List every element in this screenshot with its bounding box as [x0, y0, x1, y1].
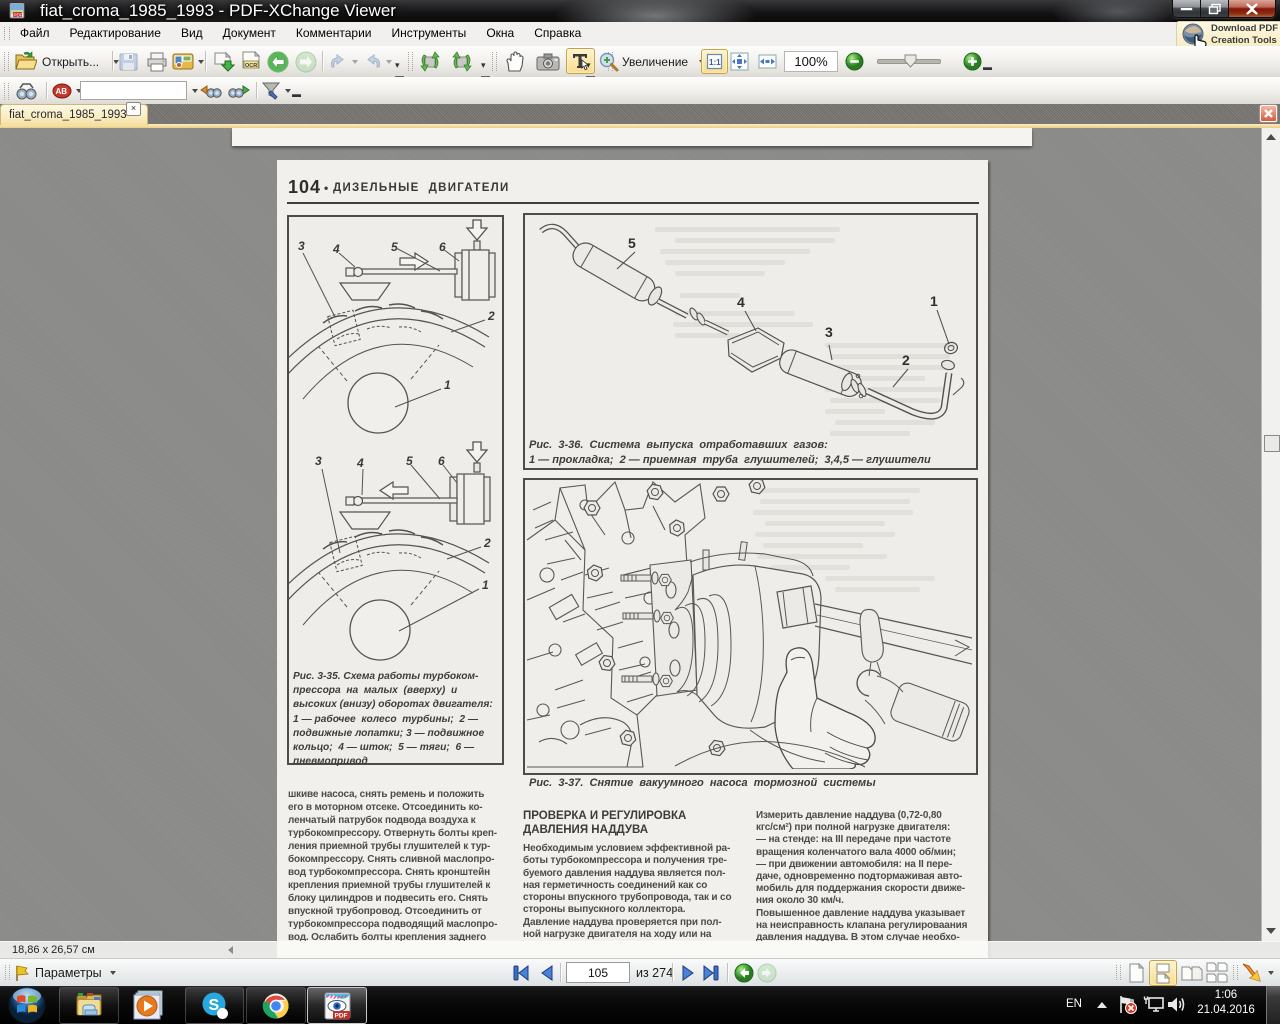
svg-text:5: 5 — [628, 235, 636, 251]
svg-text:4: 4 — [332, 242, 340, 256]
svg-text:PDF: PDF — [14, 13, 23, 18]
svg-text:1: 1 — [482, 578, 489, 592]
svg-text:2: 2 — [902, 352, 910, 368]
svg-text:3: 3 — [298, 239, 305, 253]
svg-text:5: 5 — [391, 240, 398, 254]
svg-text:4: 4 — [737, 294, 745, 310]
svg-text:2: 2 — [487, 309, 495, 323]
svg-text:1: 1 — [930, 293, 938, 309]
svg-text:3: 3 — [825, 324, 833, 340]
svg-text:6: 6 — [439, 240, 446, 254]
svg-text:1: 1 — [444, 378, 451, 392]
svg-text:AB: AB — [56, 87, 68, 96]
svg-text:1:1: 1:1 — [709, 58, 721, 67]
svg-text:4: 4 — [356, 456, 364, 470]
svg-text:2: 2 — [483, 536, 491, 550]
svg-text:3: 3 — [315, 454, 322, 468]
svg-text:OCR: OCR — [245, 63, 257, 69]
svg-text:PDF: PDF — [335, 1013, 348, 1020]
